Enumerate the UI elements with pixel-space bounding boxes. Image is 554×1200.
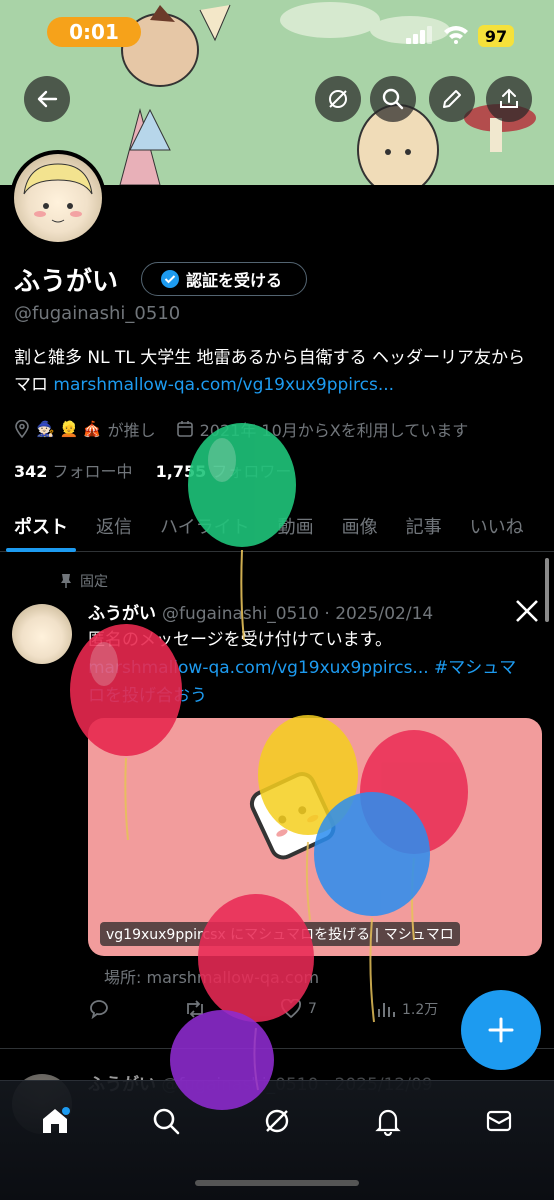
nav-search[interactable] — [138, 1101, 194, 1141]
search-icon — [382, 88, 404, 110]
edit-icon — [443, 90, 461, 108]
profile-display-name: ふうがい — [14, 267, 119, 297]
scrollbar[interactable] — [545, 558, 549, 622]
grok-nav-icon — [265, 1109, 289, 1133]
nav-notifications[interactable] — [360, 1101, 416, 1141]
location-icon — [15, 420, 29, 438]
edit-button[interactable] — [429, 76, 475, 122]
verified-badge-icon — [161, 270, 179, 288]
nav-messages[interactable] — [471, 1101, 527, 1141]
tab-highlights[interactable]: ハイライト — [146, 500, 264, 552]
search-button[interactable] — [370, 76, 416, 122]
like-button[interactable]: 7 — [280, 999, 317, 1019]
tab-articles[interactable]: 記事 — [392, 500, 456, 552]
bio-link[interactable]: marshmallow-qa.com/vg19xux9ppircs... — [53, 375, 394, 395]
home-indicator — [195, 1180, 359, 1186]
joined-date: 2021年 10月からXを利用しています — [199, 421, 469, 440]
post-handle-date: @fugainashi_0510 · 2025/02/14 — [162, 604, 434, 624]
profile-tabs: ポスト 返信 ハイライト 動画 画像 記事 いいね — [0, 500, 554, 552]
profile-avatar[interactable] — [10, 150, 106, 246]
tab-videos[interactable]: 動画 — [264, 500, 328, 552]
tab-images[interactable]: 画像 — [328, 500, 392, 552]
tab-likes[interactable]: いいね — [456, 500, 538, 552]
cellular-signal-icon — [406, 26, 432, 44]
post-header: ふうがい @fugainashi_0510 · 2025/02/14 — [88, 599, 433, 624]
share-icon — [500, 88, 518, 108]
following-link[interactable]: 342 フォロー中 — [14, 462, 133, 481]
repost-icon — [187, 1000, 203, 1018]
messages-icon — [486, 1110, 512, 1132]
grok-button[interactable] — [315, 76, 361, 122]
back-button[interactable] — [24, 76, 70, 122]
grok-icon — [329, 90, 347, 108]
pinned-label: 固定 — [80, 574, 108, 590]
post-body: 匿名のメッセージを受け付けています。 marshmallow-qa.com/vg… — [88, 626, 528, 710]
avatar-image — [14, 154, 102, 242]
views-button[interactable]: 1.2万 — [376, 999, 438, 1019]
views-icon — [378, 1003, 395, 1017]
x-logo-icon — [516, 600, 538, 622]
profile-handle: @fugainashi_0510 — [14, 303, 181, 324]
status-time: 0:01 — [47, 17, 141, 47]
home-icon — [43, 1107, 70, 1133]
followers-link[interactable]: 1,755 フォロワー — [156, 462, 292, 481]
compose-post-button[interactable] — [461, 990, 541, 1070]
profile-bio: 割と雑多 NL TL 大学生 地雷あるから自衛する ヘッダーリア友から マロ m… — [14, 345, 534, 399]
get-verified-label: 認証を受ける — [186, 271, 283, 290]
link-card[interactable] — [88, 718, 542, 956]
tab-replies[interactable]: 返信 — [82, 500, 146, 552]
like-icon — [281, 999, 301, 1019]
oshi-emojis: 🧙🏻 👱 🎪 — [36, 420, 102, 438]
post-text: 匿名のメッセージを受け付けています。 — [88, 630, 392, 650]
share-button[interactable] — [486, 76, 532, 122]
post-author[interactable]: ふうがい — [88, 604, 156, 624]
plus-icon — [488, 1017, 514, 1043]
profile-meta: 🧙🏻 👱 🎪 が推し 2021年 10月からXを利用しています — [14, 416, 544, 442]
status-bar: 0:01 97 — [0, 0, 554, 60]
marshmallow-illustration — [249, 772, 336, 860]
nav-grok[interactable] — [249, 1101, 305, 1141]
followers-label: フォロワー — [211, 462, 292, 481]
post-avatar[interactable] — [12, 604, 72, 664]
following-count: 342 — [14, 462, 48, 481]
search-nav-icon — [153, 1108, 180, 1135]
back-arrow-icon — [37, 90, 58, 108]
post-link[interactable]: marshmallow-qa.com/vg19xux9ppircs... — [88, 658, 429, 678]
tab-posts[interactable]: ポスト — [0, 500, 82, 552]
link-card-source: 場所: marshmallow-qa.com — [104, 968, 320, 987]
oshi-label: が推し — [107, 421, 156, 440]
calendar-icon — [176, 421, 193, 437]
battery-indicator: 97 — [478, 25, 514, 47]
pin-icon — [61, 574, 71, 588]
repost-button[interactable] — [184, 999, 206, 1019]
wifi-icon — [444, 26, 468, 44]
nav-home[interactable] — [27, 1101, 83, 1141]
reply-button[interactable] — [88, 999, 110, 1019]
reply-icon — [90, 1000, 108, 1019]
get-verified-button[interactable]: 認証を受ける — [141, 262, 307, 296]
follow-stats: 342 フォロー中 1,755 フォロワー — [14, 458, 291, 482]
pinned-indicator: 固定 — [60, 571, 108, 591]
views-count: 1.2万 — [402, 1002, 439, 1018]
following-label: フォロー中 — [52, 462, 133, 481]
like-count: 7 — [308, 1001, 317, 1017]
notifications-icon — [375, 1109, 401, 1136]
followers-count: 1,755 — [155, 462, 207, 481]
link-card-title: vg19xux9ppircsx にマシュマロを投げる | マシュマロ — [100, 922, 460, 946]
